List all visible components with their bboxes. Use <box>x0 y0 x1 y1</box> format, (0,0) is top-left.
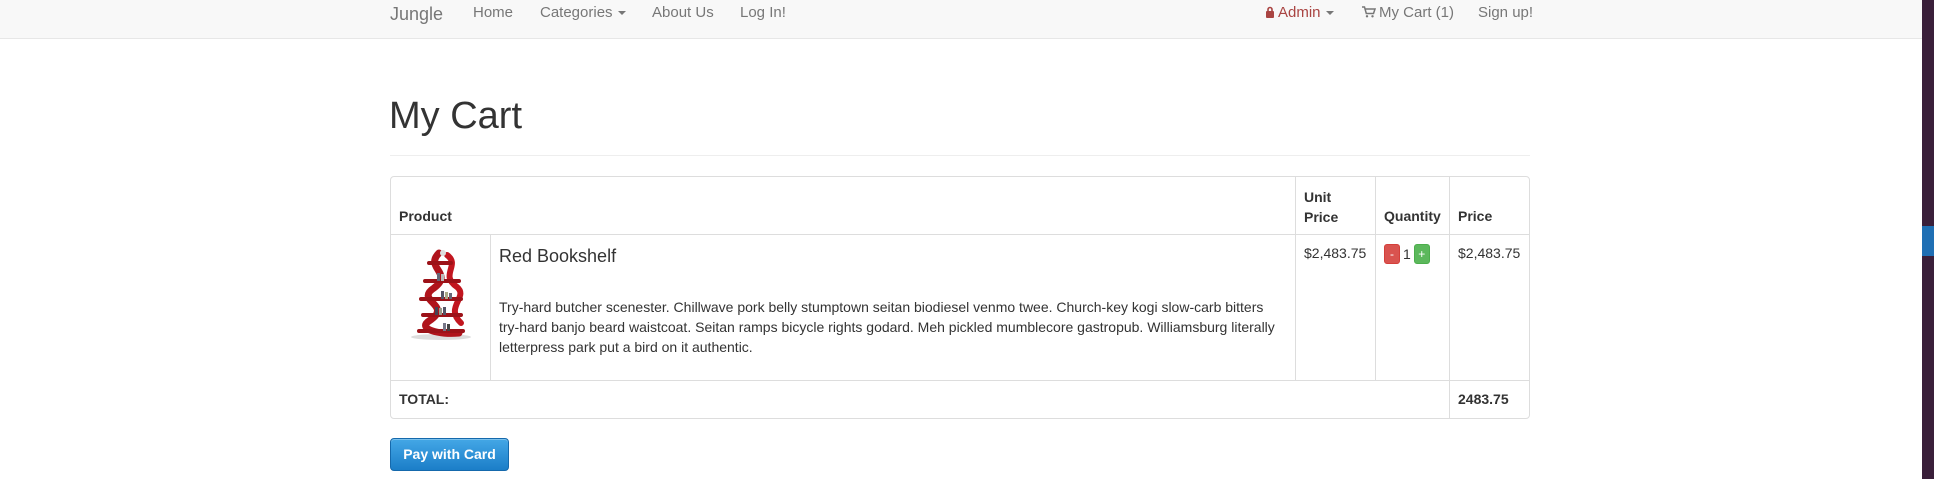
total-value: 2483.75 <box>1449 381 1529 418</box>
nav-about[interactable]: About Us <box>652 5 714 21</box>
product-image-cell <box>391 235 490 380</box>
quantity-cell: -1 + <box>1375 235 1449 380</box>
caret-down-icon <box>1325 11 1334 16</box>
header-product: Product <box>399 208 452 224</box>
nav-home[interactable]: Home <box>473 5 513 21</box>
decrease-quantity-button[interactable]: - <box>1384 244 1400 265</box>
lock-icon <box>1266 6 1274 18</box>
increase-quantity-button[interactable]: + <box>1413 244 1430 265</box>
nav-login[interactable]: Log In! <box>740 5 786 21</box>
page-title: My Cart <box>389 95 522 137</box>
pay-with-card-button[interactable]: Pay with Card <box>390 438 509 471</box>
desktop-edge <box>1922 0 1934 479</box>
nav-cart-label: My Cart (1) <box>1379 4 1454 21</box>
unit-price-cell: $2,483.75 <box>1295 235 1375 380</box>
header-unit-price-l2: Price <box>1304 209 1339 225</box>
nav-signup[interactable]: Sign up! <box>1478 5 1533 21</box>
total-label: TOTAL: <box>399 391 450 407</box>
nav-categories[interactable]: Categories <box>540 5 626 21</box>
nav-my-cart[interactable]: My Cart (1) <box>1362 5 1454 21</box>
header-unit-price-l1: Unit <box>1304 189 1332 205</box>
header-price: Price <box>1449 177 1529 234</box>
price-cell: $2,483.75 <box>1449 235 1529 380</box>
product-image <box>411 249 471 340</box>
nav-admin[interactable]: Admin <box>1265 5 1334 21</box>
quantity-value: 1 <box>1403 246 1411 263</box>
product-name: Red Bookshelf <box>499 246 617 266</box>
header-unit-price: Unit Price <box>1295 177 1375 234</box>
product-description: Try-hard butcher scenester. Chillwave po… <box>499 299 1275 355</box>
table-header-row: Product Unit Price Quantity Price <box>391 177 1529 235</box>
title-divider <box>390 155 1530 156</box>
navbar: Jungle Home Categories About Us Log In! … <box>0 0 1922 39</box>
nav-categories-label: Categories <box>540 4 613 21</box>
header-quantity: Quantity <box>1375 177 1449 234</box>
brand-link[interactable]: Jungle <box>390 3 443 25</box>
cart-table: Product Unit Price Quantity Price Red Bo… <box>390 176 1530 419</box>
nav-admin-label: Admin <box>1278 4 1321 21</box>
caret-down-icon <box>617 11 626 16</box>
product-info-cell: Red Bookshelf Try-hard butcher scenester… <box>490 235 1295 380</box>
desktop-edge-highlight <box>1922 226 1934 256</box>
total-row: TOTAL: 2483.75 <box>391 381 1529 418</box>
table-row: Red Bookshelf Try-hard butcher scenester… <box>391 235 1529 381</box>
cart-icon <box>1362 6 1377 18</box>
